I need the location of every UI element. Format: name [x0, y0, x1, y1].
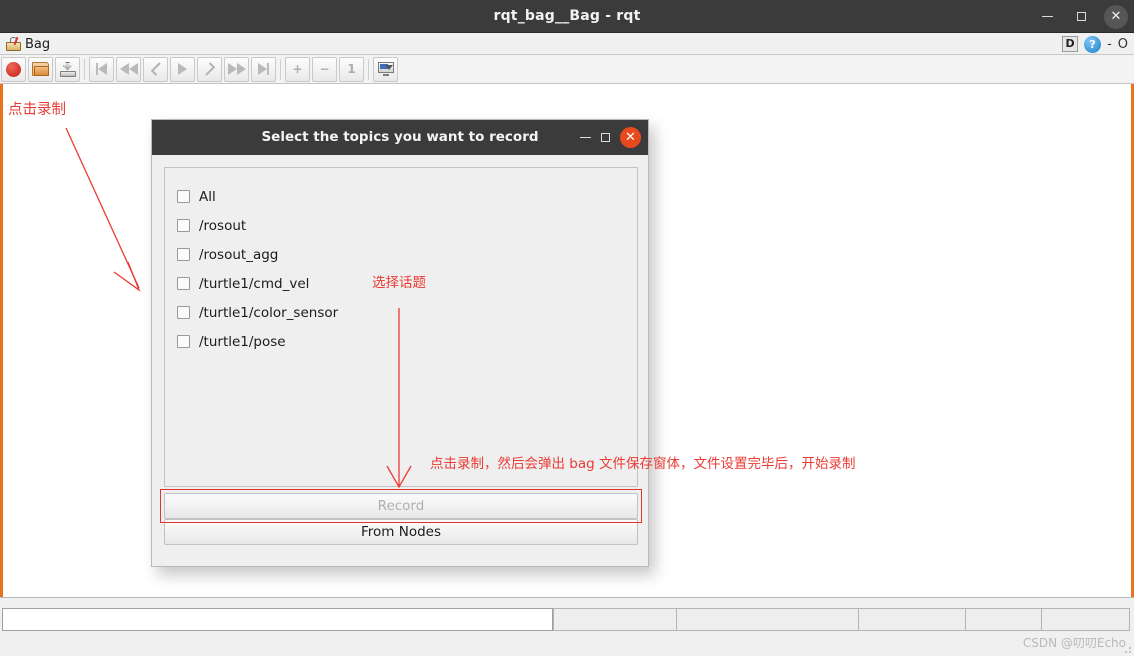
- dock-detach-button[interactable]: D: [1062, 36, 1079, 52]
- skip-to-start-icon: [90, 58, 113, 81]
- resize-grip[interactable]: [1122, 644, 1132, 654]
- watermark: CSDN @叨叨Echo: [1022, 636, 1126, 650]
- window-titlebar: rqt_bag__Bag - rqt ✕: [0, 0, 1134, 33]
- annotation-select-topic: 选择话题: [372, 275, 426, 291]
- skip-to-end-icon: [252, 58, 275, 81]
- record-button-wrapper: Record: [160, 489, 642, 523]
- step-forward-button[interactable]: [197, 56, 222, 82]
- dialog-body: All /rosout /rosout_agg /turtle1/cmd_vel…: [152, 155, 648, 568]
- from-nodes-button[interactable]: From Nodes: [164, 519, 638, 545]
- zoom-reset-button[interactable]: 1: [339, 56, 364, 82]
- list-item[interactable]: /rosout_agg: [177, 240, 637, 269]
- list-item[interactable]: All: [177, 182, 637, 211]
- dialog-buttons: Record From Nodes: [160, 489, 642, 545]
- topic-checkbox-list[interactable]: All /rosout /rosout_agg /turtle1/cmd_vel…: [164, 167, 638, 487]
- annotation-click-record-toolbar: 点击录制: [8, 102, 66, 118]
- status-panel: [859, 608, 966, 631]
- fast-forward-icon: [225, 58, 248, 81]
- list-item-label: /rosout: [199, 217, 247, 234]
- toolbar-group-file: [0, 56, 81, 82]
- list-item-label: /rosout_agg: [199, 246, 279, 263]
- checkbox-all[interactable]: [177, 190, 190, 203]
- zoom-reset-one-icon: 1: [347, 62, 356, 76]
- zoom-in-icon: +: [292, 62, 303, 76]
- checkbox-turtle1-pose[interactable]: [177, 335, 190, 348]
- fast-forward-button[interactable]: [224, 56, 249, 82]
- bag-icon: [6, 36, 21, 51]
- play-icon: [171, 58, 194, 81]
- list-item[interactable]: /turtle1/color_sensor: [177, 298, 637, 327]
- bag-toolbar: + − 1: [0, 55, 1134, 84]
- checkbox-rosout[interactable]: [177, 219, 190, 232]
- dock-float-button[interactable]: O: [1118, 37, 1128, 52]
- dialog-minimize-button[interactable]: [580, 137, 591, 138]
- step-back-button[interactable]: [143, 56, 168, 82]
- toolbar-group-zoom: + − 1: [284, 56, 365, 82]
- chevron-left-icon: [144, 58, 167, 81]
- dialog-titlebar: Select the topics you want to record ✕: [152, 120, 648, 155]
- folder-open-icon: [32, 62, 49, 76]
- record-icon: [6, 61, 21, 77]
- plugin-tab-bag[interactable]: Bag: [3, 33, 58, 55]
- list-item[interactable]: /turtle1/pose: [177, 327, 637, 356]
- thumbnail-toggle-button[interactable]: [373, 56, 398, 82]
- list-item-label: /turtle1/cmd_vel: [199, 275, 310, 292]
- thumbnail-icon: [377, 62, 394, 76]
- zoom-out-icon: −: [319, 62, 330, 76]
- zoom-out-button[interactable]: −: [312, 56, 337, 82]
- status-panel: [966, 608, 1042, 631]
- load-bag-button[interactable]: [28, 56, 53, 82]
- window-maximize-button[interactable]: [1066, 5, 1096, 29]
- dock-minimize-button[interactable]: -: [1107, 37, 1112, 52]
- plugin-tab-bar: Bag D ? - O: [0, 33, 1134, 55]
- dialog-close-button[interactable]: ✕: [620, 127, 641, 148]
- window-minimize-button[interactable]: [1032, 5, 1062, 29]
- list-item-label: /turtle1/color_sensor: [199, 304, 339, 321]
- go-to-begin-button[interactable]: [89, 56, 114, 82]
- go-to-end-button[interactable]: [251, 56, 276, 82]
- status-bar: CSDN @叨叨Echo: [0, 597, 1134, 656]
- rewind-icon: [117, 58, 140, 81]
- play-button[interactable]: [170, 56, 195, 82]
- rqt-main-window: rqt_bag__Bag - rqt ✕ Bag D ? - O + − 1 C…: [0, 0, 1134, 656]
- record-button[interactable]: [1, 56, 26, 82]
- annotation-record-flow: 点击录制，然后会弹出 bag 文件保存窗体，文件设置完毕后，开始录制: [430, 456, 856, 472]
- window-title: rqt_bag__Bag - rqt: [493, 8, 641, 24]
- checkbox-turtle1-color-sensor[interactable]: [177, 306, 190, 319]
- record-button[interactable]: Record: [164, 493, 638, 519]
- dock-widget-controls: D ? - O: [1062, 33, 1128, 55]
- checkbox-turtle1-cmd-vel[interactable]: [177, 277, 190, 290]
- dialog-window-controls: ✕: [580, 120, 641, 155]
- status-panel: [1042, 608, 1130, 631]
- dialog-maximize-button[interactable]: [601, 133, 610, 142]
- toolbar-separator: [368, 58, 369, 80]
- chevron-right-icon: [198, 58, 221, 81]
- checkbox-rosout-agg[interactable]: [177, 248, 190, 261]
- list-item-label: All: [199, 188, 216, 205]
- select-topics-dialog: Select the topics you want to record ✕ A…: [151, 119, 649, 567]
- save-bag-button[interactable]: [55, 56, 80, 82]
- dialog-title: Select the topics you want to record: [261, 129, 539, 145]
- list-item[interactable]: /rosout: [177, 211, 637, 240]
- window-controls: ✕: [1032, 0, 1128, 33]
- status-message-field[interactable]: [2, 608, 553, 631]
- status-bar-sections: [2, 608, 1132, 631]
- help-icon[interactable]: ?: [1084, 35, 1102, 53]
- rewind-button[interactable]: [116, 56, 141, 82]
- save-to-disk-icon: [59, 61, 76, 77]
- status-panel: [553, 608, 677, 631]
- toolbar-group-transport: [88, 56, 277, 82]
- toolbar-separator: [280, 58, 281, 80]
- status-panel: [677, 608, 859, 631]
- toolbar-group-view: [372, 56, 399, 82]
- toolbar-separator: [84, 58, 85, 80]
- zoom-in-button[interactable]: +: [285, 56, 310, 82]
- plugin-tab-label: Bag: [25, 36, 51, 52]
- window-close-button[interactable]: ✕: [1104, 4, 1128, 29]
- list-item-label: /turtle1/pose: [199, 333, 286, 350]
